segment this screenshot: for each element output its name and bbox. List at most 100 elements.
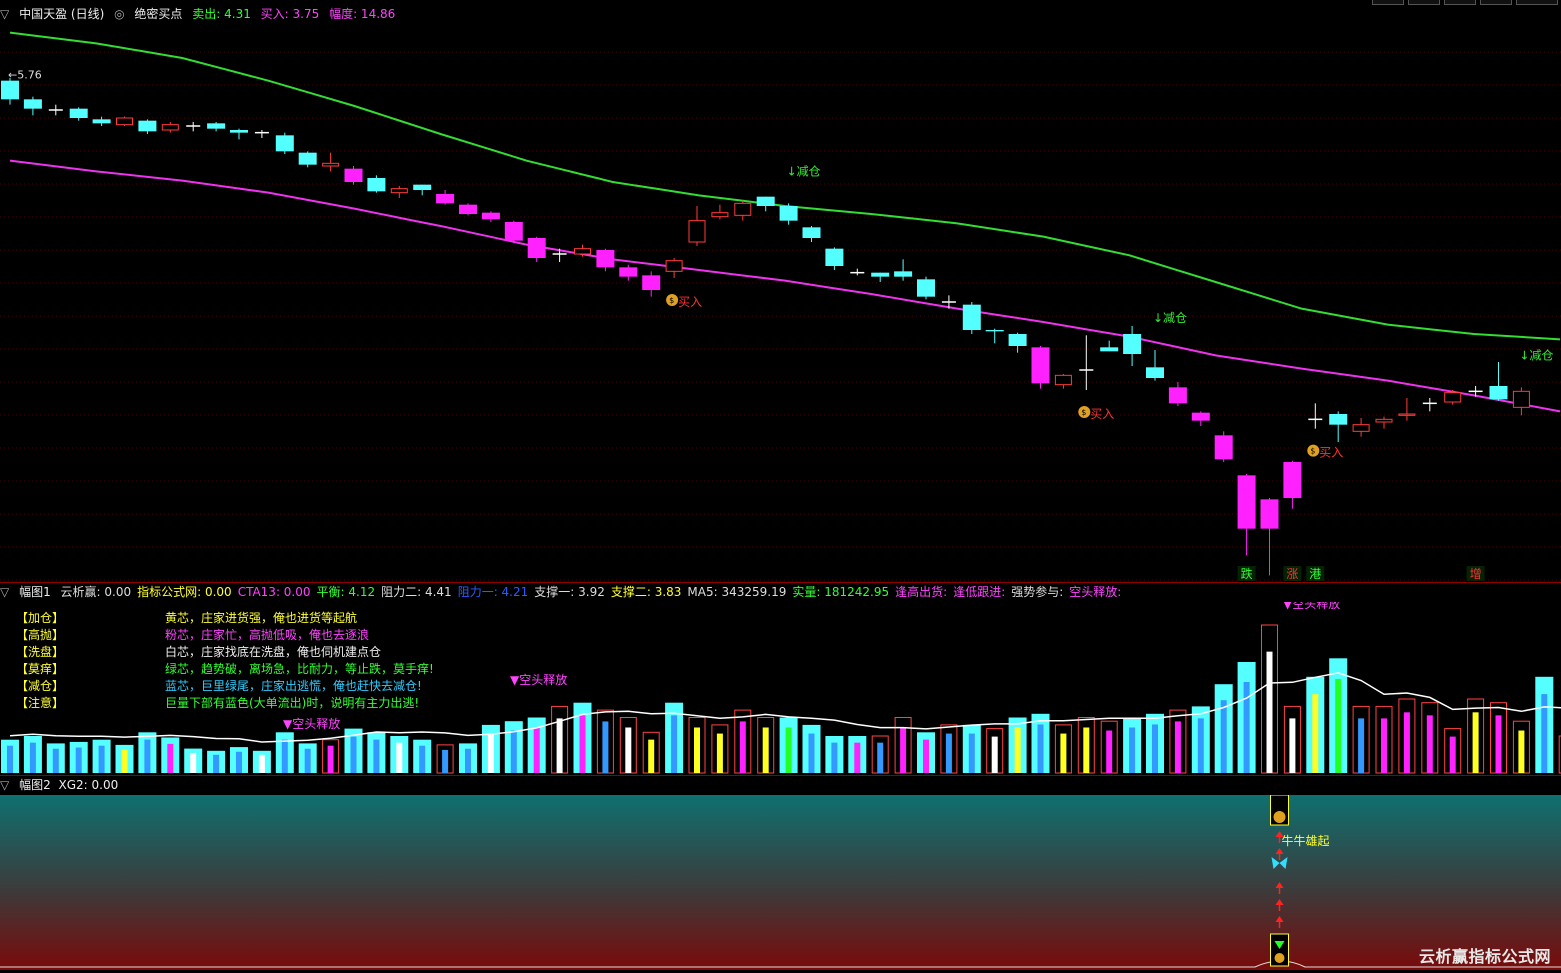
xg2-signal-panel[interactable]: 牛牛雄起 [0,795,1561,970]
range-value: 幅度: 14.86 [329,7,396,21]
volume-core [579,715,586,773]
buy-signal-label: 买入 [678,295,702,309]
money-bag-icon [1274,953,1285,963]
candle-up [574,248,591,255]
legend-row: 【洗盘】 白芯，庄家找底在洗盘，俺也伺机建点仓 [0,644,520,661]
money-bag-icon [1273,811,1286,823]
candle-down [459,204,477,214]
volume-core [121,749,128,773]
candle-up [1512,390,1530,408]
panel1-item-5: 阻力一: 4.21 [457,585,529,599]
candle-down [69,108,88,118]
legend-tag: 【减仓】 [16,679,65,693]
volume-core [167,743,174,773]
volume-core [716,733,723,773]
volume-core [1335,678,1342,773]
volume-core [419,745,426,773]
indicator-name[interactable]: 绝密买点 [134,7,182,21]
candle-down [1100,347,1119,352]
money-bag-symbol: $ [1310,447,1315,456]
volume-core [831,742,838,773]
bull-rise-label: 牛牛雄起 [1282,833,1330,848]
buy-value: 买入: 3.75 [260,7,320,21]
candle-down [596,250,615,268]
toolbar-button-2[interactable] [1408,0,1440,5]
candle-down [779,206,798,221]
volume-core [1312,694,1319,773]
candle-down [207,123,226,129]
candle-up [1352,424,1370,432]
volume-core [29,742,36,773]
volume-core [190,752,197,773]
moving-average-mid-line [9,159,1561,413]
toolbar-button-1[interactable] [1372,0,1404,5]
candle-down [642,275,661,290]
panel1-item-9: 实量: 181242.95 [792,585,890,599]
legend-text: 粉芯，庄家忙，高抛低吸，俺也去逐浪 [165,628,370,642]
tag-zeng-label: 增 [1470,567,1482,581]
candle-down [413,184,432,190]
candle-down [871,272,890,277]
legend-tag: 【莫痒】 [16,662,65,676]
volume-core [1220,700,1227,773]
period-label[interactable]: (日线) [71,7,104,21]
candle-up [1398,413,1416,416]
panel1-item-7: 支撑二: 3.83 [610,585,682,599]
candle-down [298,152,317,165]
panel1-name[interactable]: 幅图1 [19,585,51,599]
candle-up [665,260,683,272]
panel2-name[interactable]: 幅图2 [19,778,51,792]
panel1-item-10: 逢高出货: [895,585,948,599]
volume-core [1426,715,1433,773]
candle-down [985,330,1004,332]
panel2-collapse-icon[interactable]: ▽ [0,778,9,792]
legend-text: 巨量下部有蓝色(大单流出)时，说明有主力出逃! [165,696,420,710]
candle-down [1123,334,1142,354]
legend-tag: 【洗盘】 [16,645,65,659]
buy-signal-label: 买入 [1319,446,1343,460]
candlestick-chart[interactable]: ←5.76←3.06$买入$买入$买入↓减仓↓减仓↓减仓跌涨港增 [0,22,1561,582]
volume-core [648,739,655,773]
volume-core [533,727,540,773]
volume-core [236,751,242,773]
panel-separator-2 [0,775,1561,776]
toolbar-button-4[interactable] [1480,0,1512,5]
volume-core [785,727,792,773]
stock-title: 中国天盈 [19,7,68,21]
panel1-item-8: MA5: 343259.19 [687,585,787,599]
collapse-icon[interactable]: ▽ [0,7,9,21]
candle-down [894,271,913,277]
moving-average-long-line [9,31,1561,341]
volume-core [213,754,220,773]
panel1-collapse-icon[interactable]: ▽ [0,585,9,599]
candle-down [1146,367,1164,378]
panel1-item-3: 平衡: 4.12 [316,585,376,599]
volume-core [1472,712,1479,773]
volume-core [1289,718,1296,773]
volume-core [98,745,105,773]
panel1-item-4: 阻力二: 4.41 [381,585,452,599]
panel1-item-2: CTA13: 0.00 [237,585,311,599]
volume-core [350,736,357,773]
volume-core [75,747,82,773]
volume-core [1381,718,1387,773]
panel1-item-13: 空头释放: [1069,585,1122,599]
volume-core [1152,724,1158,773]
indicator-menu-icon[interactable]: ◎ [114,7,124,21]
volume-core [1495,715,1502,773]
watermark-text: 云析赢指标公式网 [1418,947,1551,966]
toolbar-button-5[interactable] [1516,0,1558,5]
buy-signal: $ 买入 [1307,444,1343,460]
candle-down [1191,412,1210,421]
short-release-label: ▼空头释放 [283,716,340,731]
panel2-xg2-value: XG2: 0.00 [58,778,119,792]
toolbar-button-3[interactable] [1444,0,1476,5]
tag-zhang-label: 涨 [1286,566,1298,581]
volume-core [465,748,471,773]
candle-down [1,80,19,100]
volume-core [1037,724,1044,773]
volume-core [671,715,678,773]
candle-down [367,178,386,192]
candle-up [734,202,752,216]
legend-row: 【注意】 巨量下部有蓝色(大单流出)时，说明有主力出逃! [0,695,520,712]
